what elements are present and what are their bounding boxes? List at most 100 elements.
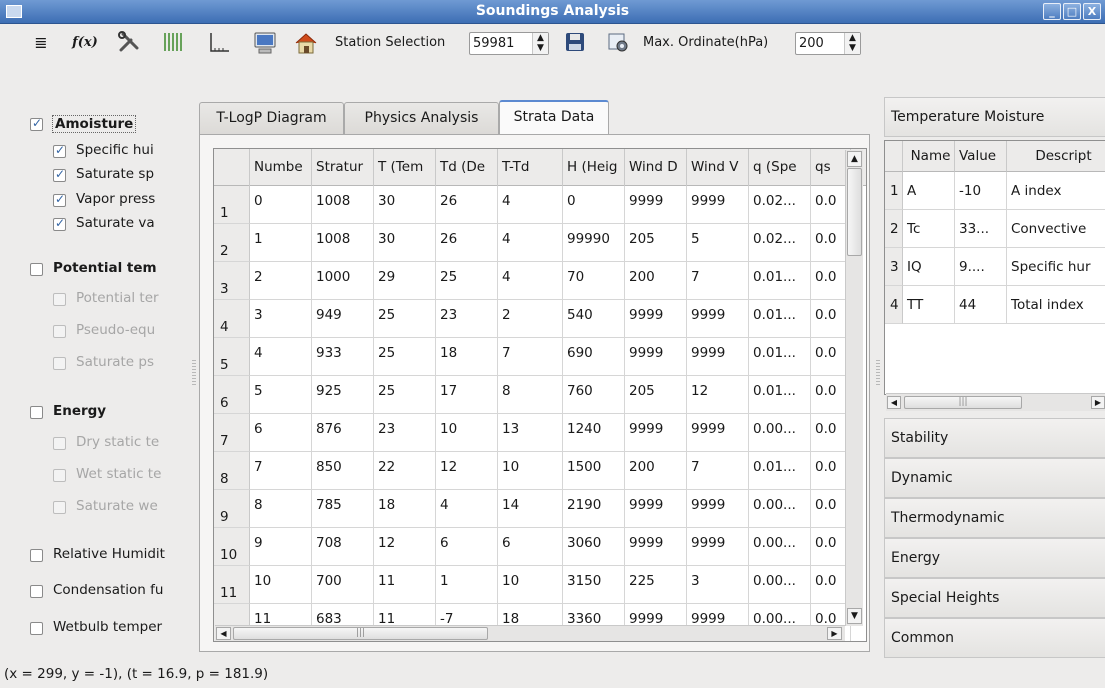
table-cell[interactable]: 0.00...	[749, 414, 811, 452]
table-cell[interactable]: 949	[312, 300, 374, 338]
row-header[interactable]: 1	[214, 186, 250, 224]
row-header[interactable]: 11	[214, 566, 250, 604]
table-cell[interactable]: 9999	[625, 300, 687, 338]
column-header-name[interactable]: Name	[903, 141, 955, 172]
index-cell-name[interactable]: IQ	[903, 248, 955, 286]
index-cell-value[interactable]: -10	[955, 172, 1007, 210]
table-cell[interactable]: 26	[436, 186, 498, 224]
scroll-left-icon[interactable]: ◀	[216, 627, 231, 640]
table-cell[interactable]: 4	[498, 224, 563, 262]
specific-humidity-checkbox[interactable]	[53, 143, 66, 158]
station-selection-spinbox[interactable]: 59981 ▲ ▼	[469, 32, 549, 55]
energy-checkbox[interactable]	[30, 406, 43, 419]
column-header[interactable]: Stratur	[312, 149, 374, 186]
settings-icon[interactable]	[605, 30, 631, 56]
potential-temperature-checkbox[interactable]	[30, 263, 43, 276]
table-cell[interactable]: 7	[498, 338, 563, 376]
max-ordinate-spinbox[interactable]: 200 ▲ ▼	[795, 32, 861, 55]
table-cell[interactable]: 23	[374, 414, 436, 452]
column-header[interactable]: Numbe	[250, 149, 312, 186]
table-cell[interactable]: 12	[436, 452, 498, 490]
section-energy[interactable]: Energy	[884, 538, 1105, 578]
table-cell[interactable]: 12	[687, 376, 749, 414]
row-header[interactable]: 3	[885, 248, 903, 286]
table-cell[interactable]: 708	[312, 528, 374, 566]
table-cell[interactable]: 0.02...	[749, 186, 811, 224]
row-header[interactable]: 8	[214, 452, 250, 490]
index-cell-value[interactable]: 9....	[955, 248, 1007, 286]
table-cell[interactable]: 0.01...	[749, 300, 811, 338]
column-header-description[interactable]: Descript	[1007, 141, 1105, 172]
spin-arrows-icon[interactable]: ▲ ▼	[844, 33, 860, 54]
table-cell[interactable]: 0.01...	[749, 452, 811, 490]
index-cell-desc[interactable]: Convective	[1007, 210, 1105, 248]
section-thermodynamic[interactable]: Thermodynamic	[884, 498, 1105, 538]
amoisture-checkbox[interactable]	[30, 116, 43, 131]
table-cell[interactable]: 540	[563, 300, 625, 338]
table-cell[interactable]: 1008	[312, 186, 374, 224]
table-cell[interactable]: 10	[436, 414, 498, 452]
table-cell[interactable]: 30	[374, 186, 436, 224]
column-header[interactable]: H (Heig	[563, 149, 625, 186]
function-icon[interactable]: f(x)	[68, 30, 102, 56]
index-cell-value[interactable]: 33...	[955, 210, 1007, 248]
column-header[interactable]: q (Spe	[749, 149, 811, 186]
table-cell[interactable]: 70	[563, 262, 625, 300]
table-cell[interactable]: 876	[312, 414, 374, 452]
horizontal-scroll-thumb[interactable]: |||	[904, 396, 1022, 409]
table-cell[interactable]: 9999	[687, 490, 749, 528]
table-cell[interactable]: 5	[250, 376, 312, 414]
table-cell[interactable]: 0.02...	[749, 224, 811, 262]
table-cell[interactable]: 29	[374, 262, 436, 300]
table-cell[interactable]: 933	[312, 338, 374, 376]
table-cell[interactable]: 700	[312, 566, 374, 604]
dry-static-checkbox[interactable]	[53, 437, 66, 450]
table-cell[interactable]: 690	[563, 338, 625, 376]
tab-physics-analysis[interactable]: Physics Analysis	[344, 102, 499, 134]
row-header[interactable]: 5	[214, 338, 250, 376]
column-header[interactable]: T (Tem	[374, 149, 436, 186]
index-cell-desc[interactable]: A index	[1007, 172, 1105, 210]
table-cell[interactable]: 13	[498, 414, 563, 452]
scroll-left-icon[interactable]: ◀	[887, 396, 901, 409]
column-header[interactable]: Td (De	[436, 149, 498, 186]
scroll-up-icon[interactable]: ▲	[847, 151, 862, 167]
table-cell[interactable]: 18	[374, 490, 436, 528]
table-cell[interactable]: 9999	[687, 414, 749, 452]
table-cell[interactable]: 785	[312, 490, 374, 528]
row-header[interactable]: 9	[214, 490, 250, 528]
table-cell[interactable]: 9999	[625, 338, 687, 376]
amoisture-label[interactable]: Amoisture	[52, 115, 137, 133]
table-cell[interactable]: 0.00...	[749, 490, 811, 528]
index-cell-name[interactable]: A	[903, 172, 955, 210]
spin-arrows-icon[interactable]: ▲ ▼	[532, 33, 548, 54]
vapor-pressure-checkbox[interactable]	[53, 192, 66, 207]
index-cell-name[interactable]: Tc	[903, 210, 955, 248]
table-cell[interactable]: 8	[250, 490, 312, 528]
table-vertical-scrollbar[interactable]: ▲ ▼	[845, 150, 863, 626]
table-cell[interactable]: 3060	[563, 528, 625, 566]
table-cell[interactable]: 1500	[563, 452, 625, 490]
table-cell[interactable]: 1000	[312, 262, 374, 300]
table-cell[interactable]: 3	[250, 300, 312, 338]
scroll-down-icon[interactable]: ▼	[847, 608, 862, 624]
table-cell[interactable]: 205	[625, 224, 687, 262]
table-cell[interactable]: 9999	[625, 528, 687, 566]
tools-icon[interactable]	[116, 30, 142, 56]
table-cell[interactable]: 760	[563, 376, 625, 414]
table-cell[interactable]: 0	[250, 186, 312, 224]
row-header[interactable]: 7	[214, 414, 250, 452]
section-special-heights[interactable]: Special Heights	[884, 578, 1105, 618]
table-cell[interactable]: 9999	[687, 300, 749, 338]
table-cell[interactable]: 6	[250, 414, 312, 452]
table-cell[interactable]: 9	[250, 528, 312, 566]
table-cell[interactable]: 30	[374, 224, 436, 262]
table-cell[interactable]: 0.00...	[749, 566, 811, 604]
column-header[interactable]: T-Td	[498, 149, 563, 186]
minimize-button[interactable]: _	[1043, 3, 1061, 20]
condensation-checkbox[interactable]	[30, 585, 43, 598]
table-cell[interactable]: 14	[498, 490, 563, 528]
wetbulb-temperature-checkbox[interactable]	[30, 622, 43, 635]
table-cell[interactable]: 200	[625, 452, 687, 490]
maximize-button[interactable]: □	[1063, 3, 1081, 20]
